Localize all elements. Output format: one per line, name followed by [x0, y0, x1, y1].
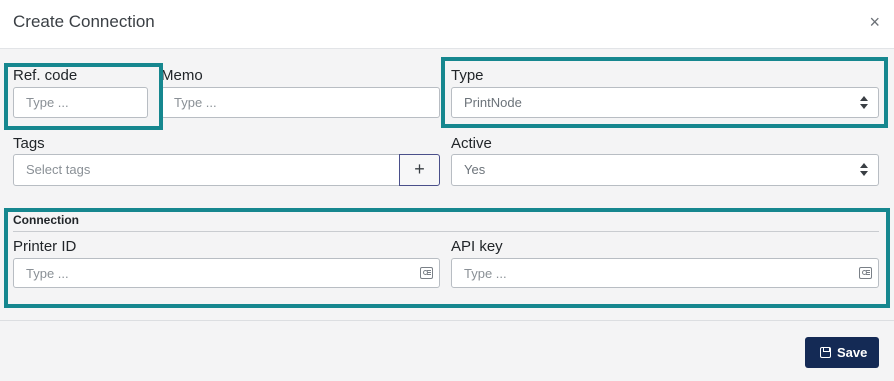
printer-id-placeholder: Type ... — [26, 266, 69, 281]
dialog-header: Create Connection × — [0, 0, 894, 49]
floppy-disk-icon — [820, 347, 831, 358]
type-label: Type — [451, 67, 484, 84]
active-select-value: Yes — [464, 162, 486, 177]
dialog-footer: Save — [0, 322, 894, 381]
ref-code-input[interactable]: Type ... — [13, 87, 148, 118]
printer-id-input[interactable]: Type ... — [13, 258, 440, 288]
dialog-title: Create Connection — [13, 12, 155, 31]
type-select-value: PrintNode — [464, 95, 522, 110]
api-key-label: API key — [451, 238, 503, 255]
printer-id-label: Printer ID — [13, 238, 77, 255]
address-card-icon — [859, 267, 872, 279]
sort-icon — [860, 96, 868, 109]
tags-input[interactable]: Select tags — [13, 154, 400, 186]
memo-input[interactable]: Type ... — [161, 87, 440, 118]
save-label: Save — [837, 345, 868, 360]
sort-icon — [860, 163, 868, 176]
address-card-icon — [420, 267, 433, 279]
tags-label: Tags — [13, 135, 45, 152]
save-button[interactable]: Save — [805, 337, 879, 368]
section-divider — [13, 231, 879, 232]
memo-label: Memo — [161, 67, 203, 84]
connection-heading: Connection — [13, 213, 79, 227]
active-select[interactable]: Yes — [451, 154, 879, 186]
active-label: Active — [451, 135, 492, 152]
type-select[interactable]: PrintNode — [451, 87, 879, 118]
add-tag-button[interactable]: + — [399, 154, 440, 186]
api-key-placeholder: Type ... — [464, 266, 507, 281]
ref-code-label: Ref. code — [13, 67, 78, 84]
close-icon[interactable]: × — [869, 12, 880, 32]
dialog-body: Ref. code Type ... Memo Type ... Type Pr… — [0, 49, 894, 321]
api-key-input[interactable]: Type ... — [451, 258, 879, 288]
